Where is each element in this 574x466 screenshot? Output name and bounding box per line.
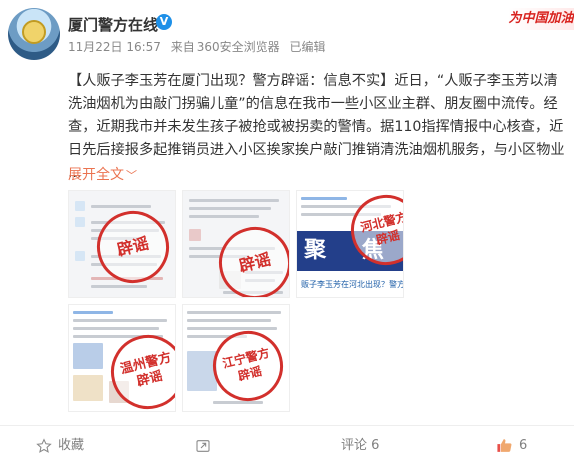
post-text: 【人贩子李玉芳在厦门出现？警方辟谣：信息不实】近日，“人贩子李玉芳以清洗油烟机为… bbox=[68, 73, 565, 181]
account-name[interactable]: 厦门警方在线 bbox=[68, 14, 158, 35]
comment-label: 评论 6 bbox=[341, 438, 380, 453]
post-image-2[interactable]: 辟谣 bbox=[182, 190, 290, 298]
like-count: 6 bbox=[519, 438, 528, 453]
verified-icon: V bbox=[156, 14, 172, 30]
expand-label: 展开全文 bbox=[68, 167, 124, 183]
comment-button[interactable]: 评论 6 bbox=[341, 426, 379, 466]
source-prefix: 来自 bbox=[170, 40, 195, 54]
avatar[interactable] bbox=[8, 8, 60, 60]
post-image-3[interactable]: 聚 焦 贩子李玉芳在河北出现？警方最新通报! 河北警方 辟谣 bbox=[296, 190, 404, 298]
image-3-caption: 贩子李玉芳在河北出现？警方最新通报! bbox=[301, 280, 404, 289]
edited-label: 已编辑 bbox=[289, 40, 326, 54]
image-grid: 辟谣 辟谣 聚 焦 贩子李玉芳在河北出现？警方最新通报! 河北警方 辟谣 bbox=[68, 190, 410, 416]
action-bar: 收藏 评论 6 6 bbox=[0, 426, 574, 466]
favorite-button[interactable]: 收藏 bbox=[36, 426, 84, 466]
post-image-1[interactable]: 辟谣 bbox=[68, 190, 176, 298]
post-image-4[interactable]: 温州警方 辟谣 bbox=[68, 304, 176, 412]
post-image-5[interactable]: 江宁警方 辟谣 bbox=[182, 304, 290, 412]
police-badge-icon bbox=[22, 20, 46, 44]
favorite-label: 收藏 bbox=[58, 438, 85, 453]
post-meta: 11月22日 16:57 来自 360安全浏览器 已编辑 bbox=[68, 38, 332, 55]
promo-banner[interactable]: 为中国加油 bbox=[508, 8, 574, 30]
expand-full-text-link[interactable]: 展开全文 ﹀ bbox=[68, 164, 137, 184]
forward-button[interactable] bbox=[195, 426, 217, 466]
thumbs-up-icon bbox=[497, 439, 512, 452]
like-button[interactable]: 6 bbox=[496, 426, 527, 466]
post-source: 360安全浏览器 bbox=[196, 40, 280, 54]
star-icon bbox=[36, 437, 52, 453]
chevron-down-icon: ﹀ bbox=[126, 169, 137, 182]
post-time[interactable]: 11月22日 16:57 bbox=[68, 40, 161, 54]
share-icon bbox=[196, 439, 210, 452]
